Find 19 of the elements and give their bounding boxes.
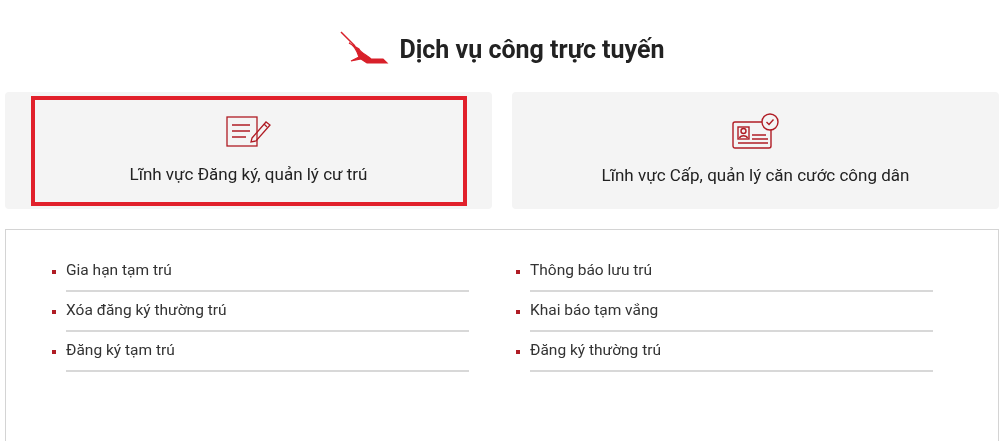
service-link[interactable]: Thông báo lưu trú [530, 252, 933, 292]
bullet-icon [516, 270, 520, 274]
service-link[interactable]: Đăng ký tạm trú [66, 332, 469, 372]
category-card[interactable]: Lĩnh vực Cấp, quản lý căn cước công dân [512, 92, 999, 209]
bullet-icon [516, 310, 520, 314]
service-link[interactable]: Đăng ký thường trú [530, 332, 933, 372]
bullet-icon [52, 270, 56, 274]
service-link[interactable]: Khai báo tạm vắng [530, 292, 933, 332]
category-label: Lĩnh vực Đăng ký, quản lý cư trú [129, 162, 368, 186]
category-label: Lĩnh vực Cấp, quản lý căn cước công dân [601, 163, 910, 187]
bullet-icon [52, 350, 56, 354]
service-link[interactable]: Gia hạn tạm trú [66, 252, 469, 292]
bullet-icon [52, 310, 56, 314]
document-pen-icon [225, 113, 272, 148]
id-card-icon [731, 112, 780, 149]
service-link[interactable]: Xóa đăng ký thường trú [66, 292, 469, 332]
page-title: Dịch vụ công trực tuyến [399, 36, 665, 62]
category-card[interactable]: Lĩnh vực Đăng ký, quản lý cư trú [5, 92, 492, 209]
bullet-icon [516, 350, 520, 354]
